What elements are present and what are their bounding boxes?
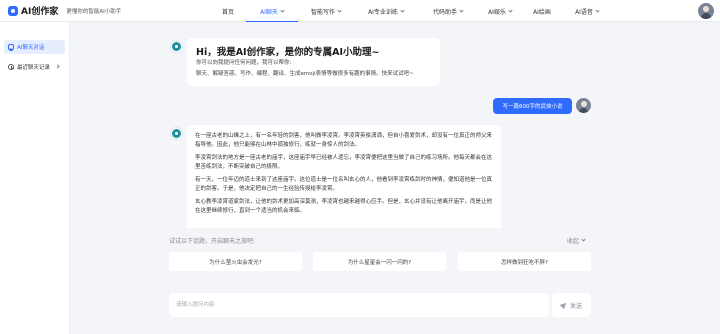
nav-item-ai-painting[interactable]: AI绘画 <box>522 0 562 22</box>
slogan: 更懂你的智能AI小助手 <box>66 8 122 15</box>
user-avatar[interactable] <box>698 3 714 19</box>
sidebar-item-recent-chats[interactable]: 最近聊天记录 <box>4 60 65 74</box>
send-label: 发送 <box>569 302 582 310</box>
reply-paragraph: 玄心教李凌霄道家剑法，让他的剑术更加高深莫测，李凌霄也越来越得心应手。但是，玄心… <box>195 199 493 214</box>
bot-avatar <box>170 40 183 53</box>
bot-reply-message: 在一座古老的山峰之上，有一名年轻的剑客，他叫做李凌霄。李凌霄英俊潇洒，但自小喜爱… <box>187 125 501 228</box>
user-message-avatar <box>576 98 591 113</box>
chevron-down-icon <box>595 7 600 13</box>
chevron-down-icon <box>459 7 464 13</box>
collapse-label: 收起 <box>567 238 580 245</box>
question-input[interactable] <box>169 293 549 317</box>
logo-icon <box>8 5 18 16</box>
top-header: AI创作家 更懂你的智能AI小助手 首页 AI聊天 智能写作 AI专业训练 代码… <box>0 0 720 22</box>
send-icon <box>559 300 569 310</box>
nav-item-ai-training[interactable]: AI专业训练 <box>354 0 418 22</box>
suggestion-chip[interactable]: 怎样做到狂吃不胖? <box>458 252 591 271</box>
clock-icon <box>8 64 14 70</box>
sidebar-item-label: 最近聊天记录 <box>17 65 51 71</box>
chevron-down-icon <box>581 237 586 242</box>
chevron-down-icon <box>280 7 285 13</box>
nav-item-ai-chat[interactable]: AI聊天 <box>246 0 298 22</box>
nav-item-code-assistant[interactable]: 代码助手 <box>418 0 478 22</box>
suggestion-hint: 试试以下话题，开启聊天之旅吧: <box>169 238 256 245</box>
nav-item-home[interactable]: 首页 <box>210 0 246 22</box>
reply-paragraph: 有一天，一位年迈的道士来到了这座庙宇。这位道士是一位名叫玄心的人，他看到李凌霄练… <box>195 177 493 192</box>
chevron-down-icon <box>400 7 405 13</box>
send-button[interactable]: 发送 <box>552 293 591 317</box>
logo[interactable]: AI创作家 <box>8 4 58 17</box>
logo-text: AI创作家 <box>21 7 59 17</box>
chat-icon <box>8 44 14 50</box>
chevron-down-icon <box>508 7 513 13</box>
reply-paragraph: 在一座古老的山峰之上，有一名年轻的剑客，他叫做李凌霄。李凌霄英俊潇洒，但自小喜爱… <box>195 133 493 148</box>
welcome-title: Hi，我是AI创作家，是你的专属AI小助理~ <box>196 47 380 58</box>
user-message: 写一篇600字的武侠小说 <box>493 98 572 114</box>
suggestion-chip[interactable]: 为什么萤火虫会发光? <box>169 252 302 271</box>
welcome-message: Hi，我是AI创作家，是你的专属AI小助理~ 你可以向我提问任何问题，我可以帮你… <box>187 38 440 86</box>
chevron-down-icon <box>337 7 342 13</box>
nav-item-ai-entertainment[interactable]: AI娱乐 <box>478 0 522 22</box>
suggestion-chip[interactable]: 为什么星星会一闪一闪的? <box>313 252 446 271</box>
collapse-button[interactable]: 收起 <box>567 236 586 245</box>
welcome-subtitle: 你可以向我提问任何问题，我可以帮你: <box>196 60 292 66</box>
nav-item-ai-voice[interactable]: AI语音 <box>562 0 612 22</box>
chevron-right-icon <box>55 64 60 69</box>
bot-avatar <box>170 127 183 140</box>
reply-paragraph: 李凌霄剑法的地方是一座古老的庙宇，这座庙宇早已经被人遗忘，李凌霄便把这里当做了自… <box>195 155 493 170</box>
nav-item-smart-writing[interactable]: 智能写作 <box>298 0 354 22</box>
sidebar: AI聊天对话 最近聊天记录 <box>0 22 70 334</box>
sidebar-item-ai-chat[interactable]: AI聊天对话 <box>4 40 65 54</box>
sidebar-item-label: AI聊天对话 <box>17 45 45 51</box>
welcome-capabilities: 聊天、解疑答惑、写作、编程、翻译、生成emoji表情等做很多有趣的事情。快来试试… <box>196 71 414 77</box>
main-nav: 首页 AI聊天 智能写作 AI专业训练 代码助手 AI娱乐 AI绘画 AI语音 <box>210 0 612 22</box>
